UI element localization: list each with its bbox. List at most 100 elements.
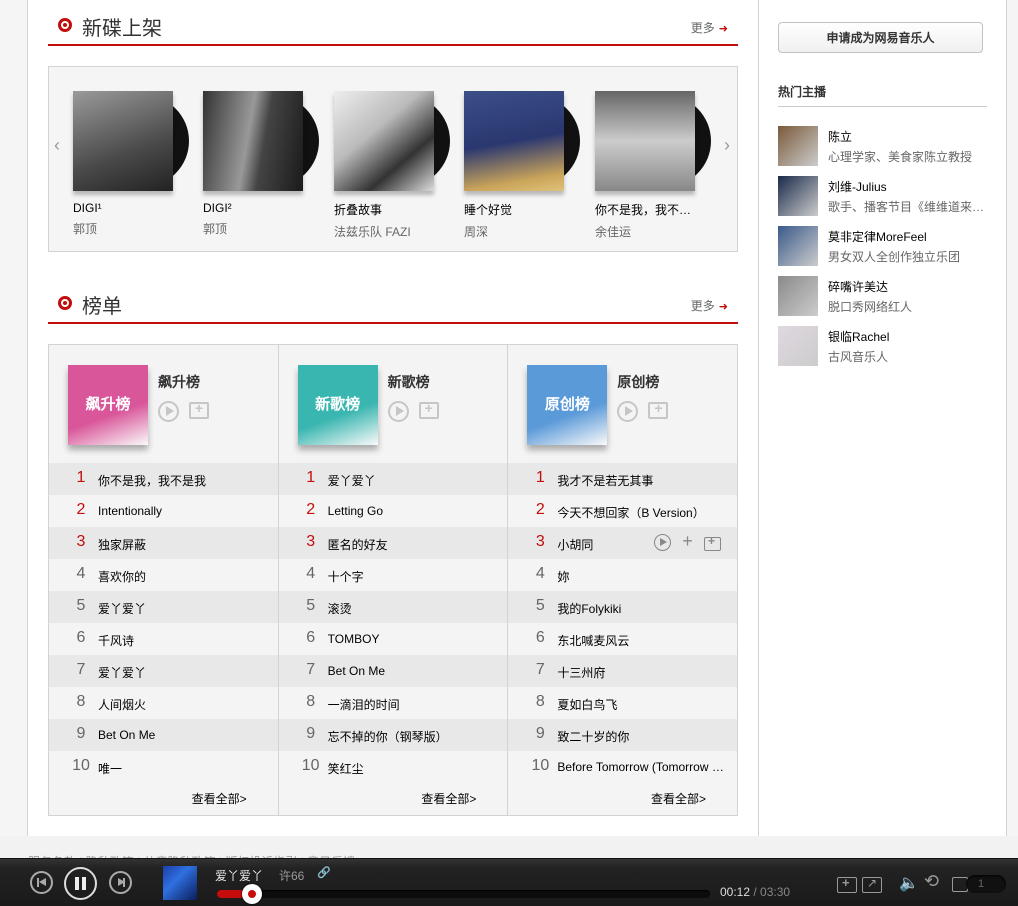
chart-song-row[interactable]: 10 Before Tomorrow (Tomorrow Never Dies) <box>508 751 737 783</box>
album-cover[interactable] <box>334 91 452 191</box>
dj-item[interactable]: 银临Rachel 古风音乐人 <box>778 326 988 366</box>
chart-song-row[interactable]: 1 爱丫爱丫 <box>278 463 508 495</box>
subscribe-icon[interactable] <box>189 400 209 419</box>
more-label[interactable]: 更多 <box>691 21 715 35</box>
album-cover[interactable] <box>464 91 582 191</box>
song-title[interactable]: 十三州府 <box>557 664 727 681</box>
chart-song-row[interactable]: 9 忘不掉的你（钢琴版） <box>278 719 508 751</box>
album-card[interactable]: DIGI¹ 郭顶 <box>73 91 191 237</box>
album-cover[interactable] <box>203 91 321 191</box>
chart-song-row[interactable]: 2 Intentionally <box>49 495 278 527</box>
song-title[interactable]: 我的Folykiki <box>557 600 727 617</box>
chart-name[interactable]: 飙升榜 <box>158 372 200 392</box>
chart-cover[interactable]: 新歌榜 <box>297 365 378 445</box>
chart-song-row[interactable]: 3 小胡同 + <box>508 527 738 559</box>
avatar[interactable] <box>778 326 818 366</box>
collect-icon[interactable] <box>704 534 722 551</box>
chart-song-row[interactable]: 6 千风诗 <box>49 623 278 655</box>
view-all-label[interactable]: 查看全部> <box>192 792 247 806</box>
song-title[interactable]: 忘不掉的你（钢琴版） <box>328 728 498 745</box>
song-title[interactable]: Bet On Me <box>98 728 268 742</box>
pause-icon[interactable] <box>64 867 97 900</box>
song-title[interactable]: 今天不想回家（B Version） <box>557 504 727 521</box>
now-playing-title[interactable]: 爱丫爱丫 <box>215 867 263 884</box>
chart-song-row[interactable]: 8 一滴泪的时间 <box>279 687 508 719</box>
chart-song-row[interactable]: 3 独家屏蔽 <box>49 527 278 559</box>
add-to-playlist-icon[interactable] <box>837 875 857 893</box>
album-art[interactable] <box>73 91 173 191</box>
chart-song-row[interactable]: 4 妳 <box>508 559 737 591</box>
album-artist[interactable]: 周深 <box>464 223 582 240</box>
chart-song-row[interactable]: 1 我才不是若无其事 <box>508 463 738 495</box>
dj-name[interactable]: 莫非定律MoreFeel <box>828 228 927 245</box>
dj-name[interactable]: 碎嘴许美达 <box>828 278 888 295</box>
song-title[interactable]: 喜欢你的 <box>98 568 268 585</box>
chart-song-row[interactable]: 10 笑红尘 <box>279 751 508 783</box>
view-all-link[interactable]: 查看全部> <box>508 783 737 815</box>
song-title[interactable]: Letting Go <box>328 504 498 518</box>
song-title[interactable]: 唯一 <box>98 760 268 777</box>
chart-song-row[interactable]: 3 匿名的好友 <box>278 527 508 559</box>
dj-name[interactable]: 银临Rachel <box>828 328 889 345</box>
song-title[interactable]: 致二十岁的你 <box>557 728 727 745</box>
album-card[interactable]: DIGI² 郭顶 <box>203 91 321 237</box>
chart-song-row[interactable]: 8 人间烟火 <box>49 687 278 719</box>
dj-name[interactable]: 刘维-Julius <box>828 178 887 195</box>
song-title[interactable]: 爱丫爱丫 <box>98 664 268 681</box>
song-title[interactable]: Bet On Me <box>328 664 498 678</box>
song-title[interactable]: 爱丫爱丫 <box>98 600 268 617</box>
song-title[interactable]: 夏如白鸟飞 <box>557 696 727 713</box>
now-playing-artist[interactable]: 许66 <box>279 867 304 884</box>
play-icon[interactable] <box>387 401 409 422</box>
volume-icon[interactable]: 🔈 <box>899 873 919 892</box>
view-all-label[interactable]: 查看全部> <box>651 792 706 806</box>
subscribe-icon[interactable] <box>648 400 669 419</box>
share-icon[interactable] <box>862 876 882 893</box>
chart-song-row[interactable]: 8 夏如白鸟飞 <box>508 687 737 719</box>
song-title[interactable]: 你不是我，我不是我 <box>98 472 268 489</box>
loop-mode-icon[interactable]: ⟲ <box>924 871 944 891</box>
album-artist[interactable]: 法兹乐队 FAZI <box>334 223 452 240</box>
dj-item[interactable]: 陈立 心理学家、美食家陈立教授 <box>778 126 988 166</box>
avatar[interactable] <box>778 176 818 216</box>
song-title[interactable]: TOMBOY <box>328 632 498 646</box>
song-title[interactable]: 笑红尘 <box>328 760 498 777</box>
link-icon[interactable]: 🔗 <box>317 866 331 879</box>
album-artist[interactable]: 郭顶 <box>73 220 191 237</box>
album-art[interactable] <box>595 91 695 191</box>
album-artist[interactable]: 余佳运 <box>595 223 713 240</box>
chart-song-row[interactable]: 4 喜欢你的 <box>49 559 278 591</box>
avatar[interactable] <box>778 276 818 316</box>
chart-cover[interactable]: 原创榜 <box>527 365 608 445</box>
album-cover[interactable] <box>73 91 191 191</box>
song-title[interactable]: 匿名的好友 <box>328 536 498 553</box>
chart-cover[interactable]: 飙升榜 <box>68 365 148 445</box>
album-card[interactable]: 折叠故事 法兹乐队 FAZI <box>334 91 452 240</box>
avatar[interactable] <box>778 126 818 166</box>
play-icon[interactable] <box>654 534 672 551</box>
song-title[interactable]: Intentionally <box>98 504 268 518</box>
carousel-next-arrow-icon[interactable]: › <box>724 135 730 156</box>
avatar[interactable] <box>778 226 818 266</box>
charts-more-link[interactable]: 更多 ➜ <box>691 297 728 314</box>
chart-song-row[interactable]: 6 东北喊麦风云 <box>508 623 737 655</box>
song-title[interactable]: 滚烫 <box>328 600 498 617</box>
previous-track-icon[interactable] <box>30 871 53 894</box>
play-icon[interactable] <box>617 401 639 422</box>
song-title[interactable]: 十个字 <box>328 568 498 585</box>
song-title[interactable]: Before Tomorrow (Tomorrow Never Dies) <box>557 760 727 774</box>
song-title[interactable]: 千风诗 <box>98 632 268 649</box>
album-cover[interactable] <box>595 91 713 191</box>
dj-item[interactable]: 莫非定律MoreFeel 男女双人全创作独立乐团 <box>778 226 988 266</box>
chart-song-row[interactable]: 7 十三州府 <box>508 655 738 687</box>
chart-song-row[interactable]: 7 爱丫爱丫 <box>49 655 278 687</box>
album-card[interactable]: 睡个好觉 周深 <box>464 91 582 240</box>
dj-item[interactable]: 刘维-Julius 歌手、播客节目《维维道来》主理人 <box>778 176 988 216</box>
chart-name[interactable]: 新歌榜 <box>388 372 430 392</box>
play-icon[interactable] <box>158 401 179 422</box>
view-all-link[interactable]: 查看全部> <box>49 783 278 815</box>
carousel-prev-arrow-icon[interactable]: ‹ <box>54 135 60 156</box>
album-art[interactable] <box>334 91 434 191</box>
album-card[interactable]: 你不是我，我不是我 余佳运 <box>595 91 713 240</box>
album-name[interactable]: 折叠故事 <box>334 201 434 218</box>
